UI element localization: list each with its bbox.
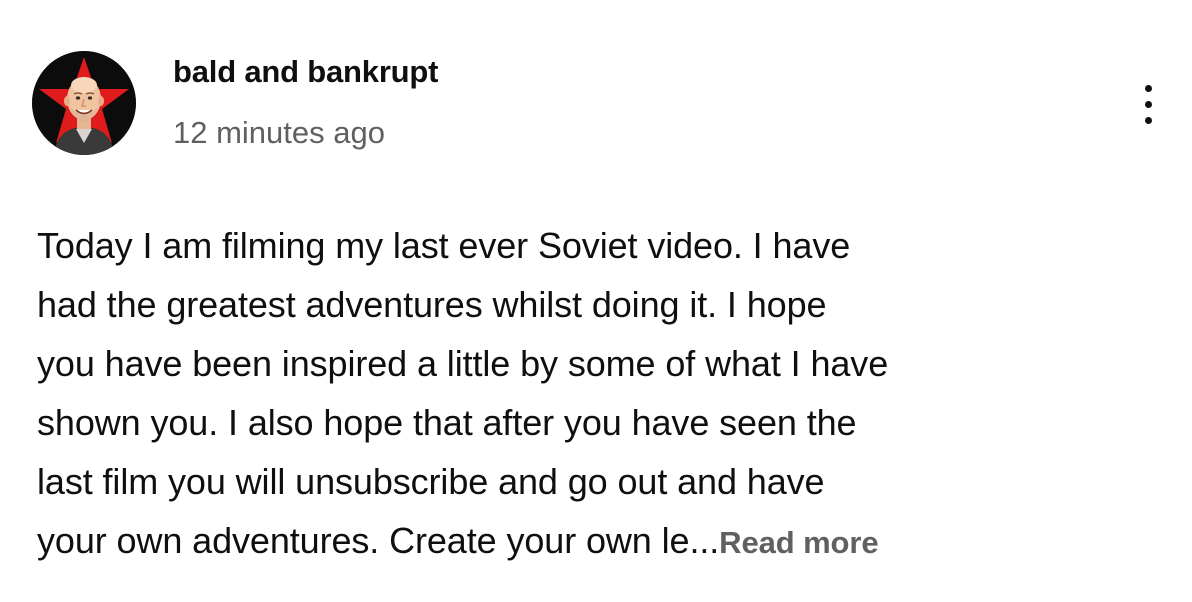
post-body-line: your own adventures. Create your own le [37, 520, 690, 561]
community-post: bald and bankrupt 12 minutes ago Today I… [0, 0, 1192, 602]
more-vert-icon[interactable] [1128, 76, 1168, 132]
channel-avatar[interactable] [32, 51, 136, 155]
avatar-image [32, 51, 136, 155]
post-body-line: had the greatest adventures whilst doing… [37, 284, 827, 325]
post-body-line: Today I am filming my last ever Soviet v… [37, 225, 851, 266]
menu-dot [1144, 84, 1152, 92]
post-timestamp[interactable]: 12 minutes ago [173, 115, 385, 151]
truncation-ellipsis: ... [689, 520, 720, 561]
post-body: Today I am filming my last ever Soviet v… [37, 216, 1157, 572]
menu-dot [1144, 116, 1152, 124]
post-body-line: last film you will unsubscribe and go ou… [37, 461, 825, 502]
author-name[interactable]: bald and bankrupt [173, 54, 438, 90]
read-more-link[interactable]: Read more [719, 525, 878, 560]
post-body-line: shown you. I also hope that after you ha… [37, 402, 857, 443]
post-body-line: you have been inspired a little by some … [37, 343, 889, 384]
menu-dot [1144, 100, 1152, 108]
post-body-last-line: your own adventures. Create your own le.… [37, 511, 1157, 572]
